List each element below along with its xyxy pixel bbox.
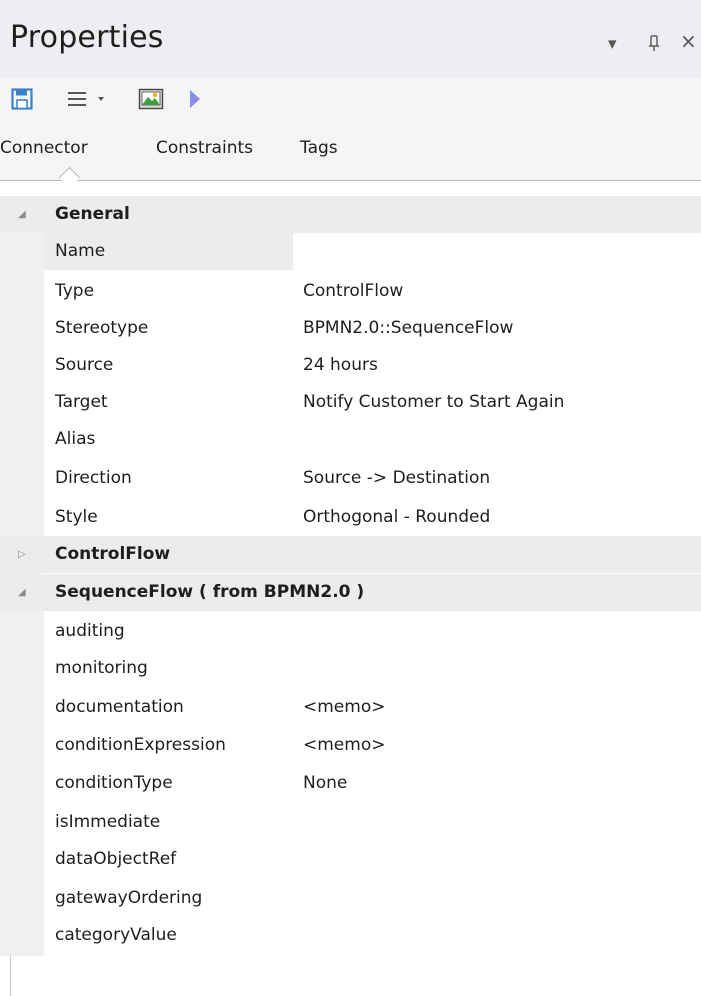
image-icon[interactable]	[136, 86, 166, 112]
property-row-monitoring[interactable]: monitoring	[0, 650, 701, 687]
collapse-triangle-icon[interactable]: ◢	[18, 196, 26, 233]
property-name: auditing	[55, 621, 125, 641]
property-value[interactable]: <memo>	[303, 727, 385, 764]
property-row-name[interactable]: Name	[0, 233, 701, 270]
property-name: Name	[55, 241, 106, 261]
property-name: Direction	[55, 468, 132, 488]
tab-constraints[interactable]: Constraints	[156, 138, 253, 158]
property-name: isImmediate	[55, 812, 161, 832]
property-value[interactable]: BPMN2.0::SequenceFlow	[303, 310, 513, 347]
group-title: SequenceFlow ( from BPMN2.0 )	[55, 582, 365, 602]
dropdown-arrow-icon[interactable]	[94, 86, 108, 112]
property-value[interactable]: 24 hours	[303, 347, 378, 384]
property-name: conditionExpression	[55, 735, 226, 755]
collapse-triangle-icon[interactable]: ◢	[18, 574, 26, 611]
property-value[interactable]: None	[303, 765, 347, 802]
panel-title: Properties	[10, 20, 164, 55]
tab-connector[interactable]: Connector	[0, 138, 88, 158]
property-value[interactable]: Notify Customer to Start Again	[303, 384, 564, 421]
property-name: Stereotype	[55, 318, 149, 338]
save-icon[interactable]	[10, 86, 34, 112]
group-title: General	[55, 204, 130, 224]
property-name: Type	[55, 281, 95, 301]
property-row-categoryvalue[interactable]: categoryValue	[0, 917, 701, 954]
property-name: dataObjectRef	[55, 849, 177, 869]
property-value[interactable]: <memo>	[303, 689, 385, 726]
property-value[interactable]: Source -> Destination	[303, 460, 490, 497]
property-name: Source	[55, 355, 114, 375]
property-row-type[interactable]: Type ControlFlow	[0, 273, 701, 310]
tab-tags[interactable]: Tags	[300, 138, 338, 158]
property-row-dataobjectref[interactable]: dataObjectRef	[0, 841, 701, 878]
property-row-isimmediate[interactable]: isImmediate	[0, 804, 701, 841]
property-row-direction[interactable]: Direction Source -> Destination	[0, 460, 701, 497]
property-name: Target	[55, 392, 108, 412]
property-row-target[interactable]: Target Notify Customer to Start Again	[0, 384, 701, 421]
property-row-stereotype[interactable]: Stereotype BPMN2.0::SequenceFlow	[0, 310, 701, 347]
property-name: Style	[55, 507, 98, 527]
close-icon[interactable]: ×	[680, 31, 697, 51]
property-row-auditing[interactable]: auditing	[0, 613, 701, 650]
pin-icon[interactable]	[648, 34, 662, 57]
property-name: monitoring	[55, 658, 148, 678]
group-sequenceflow[interactable]: ◢ SequenceFlow ( from BPMN2.0 )	[0, 574, 701, 611]
dropdown-arrow-icon[interactable]: ▾	[608, 34, 617, 54]
property-row-gatewayordering[interactable]: gatewayOrdering	[0, 880, 701, 917]
property-value[interactable]: Orthogonal - Rounded	[303, 499, 490, 536]
property-name: conditionType	[55, 773, 173, 793]
group-title: ControlFlow	[55, 544, 171, 564]
property-row-conditionexpression[interactable]: conditionExpression <memo>	[0, 727, 701, 764]
divider	[10, 956, 11, 996]
property-name: categoryValue	[55, 925, 177, 945]
property-row-source[interactable]: Source 24 hours	[0, 347, 701, 384]
list-menu-icon[interactable]	[64, 86, 90, 112]
property-name: gatewayOrdering	[55, 888, 203, 908]
group-general[interactable]: ◢ General	[0, 196, 701, 233]
property-row-documentation[interactable]: documentation <memo>	[0, 689, 701, 726]
property-name: documentation	[55, 697, 184, 717]
property-row-conditiontype[interactable]: conditionType None	[0, 765, 701, 802]
play-icon[interactable]	[186, 86, 204, 112]
expand-triangle-icon[interactable]: ▷	[18, 536, 26, 573]
property-row-alias[interactable]: Alias	[0, 421, 701, 458]
property-row-style[interactable]: Style Orthogonal - Rounded	[0, 499, 701, 536]
group-controlflow[interactable]: ▷ ControlFlow	[0, 536, 701, 573]
tab-strip	[0, 122, 701, 181]
property-name: Alias	[55, 429, 96, 449]
property-value[interactable]: ControlFlow	[303, 273, 403, 310]
